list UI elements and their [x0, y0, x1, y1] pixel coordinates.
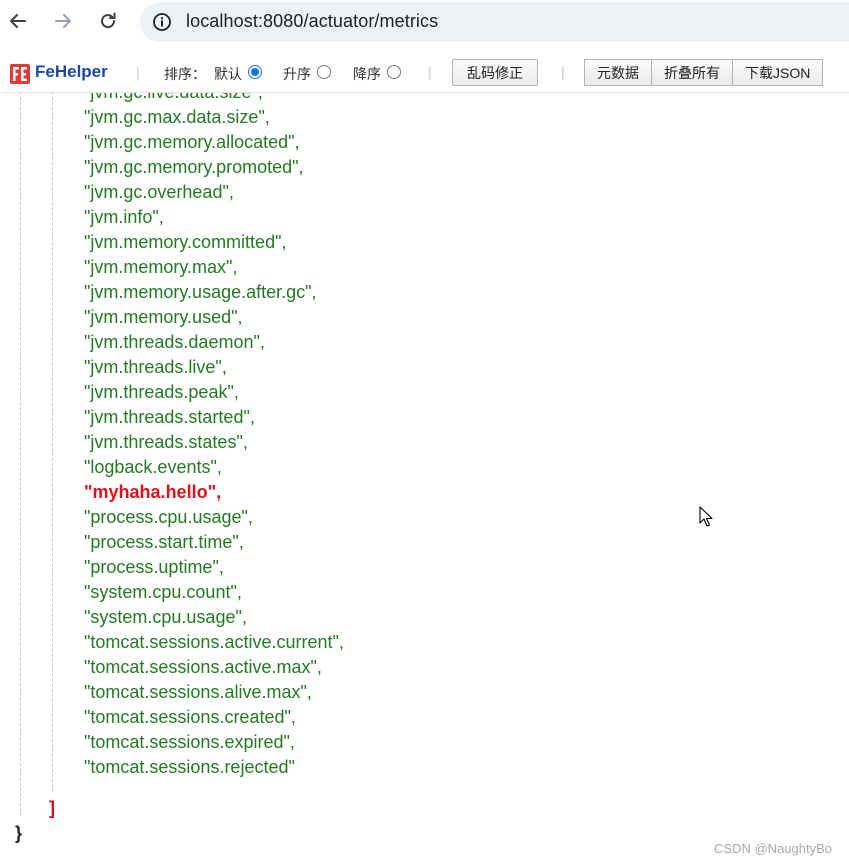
collapse-all-button[interactable]: 折叠所有 [651, 59, 732, 86]
json-string-item: "jvm.gc.memory.allocated", [84, 132, 300, 152]
json-string-item: "tomcat.sessions.created", [84, 707, 296, 727]
indent-guide-inner [52, 92, 53, 792]
json-string-item: "system.cpu.count", [84, 582, 242, 602]
array-close-bracket: ] [49, 798, 55, 818]
sort-asc-radio[interactable] [317, 65, 331, 79]
forward-arrow-icon [55, 14, 71, 28]
json-string-item: "jvm.threads.states", [84, 432, 248, 452]
url-text: localhost:8080/actuator/metrics [186, 11, 439, 31]
fehelper-logo-icon [10, 64, 30, 84]
sort-default-option[interactable]: 默认 [214, 64, 262, 84]
toolbar-separator: | [561, 64, 565, 80]
url-field[interactable]: localhost:8080/actuator/metrics [140, 2, 849, 42]
json-string-item: "jvm.threads.peak", [84, 382, 239, 402]
mouse-cursor-icon [699, 506, 713, 527]
json-string-item: "process.start.time", [84, 532, 244, 552]
indent-guide-outer [20, 92, 21, 816]
json-string-item: "jvm.gc.memory.promoted", [84, 157, 304, 177]
toolbar-separator: | [136, 64, 140, 80]
toolbar-button-group: 元数据 折叠所有 下载JSON [584, 59, 824, 86]
json-string-item: "jvm.gc.max.data.size", [84, 107, 270, 127]
json-string-item: "jvm.info", [84, 207, 164, 227]
browser-address-bar: localhost:8080/actuator/metrics [0, 0, 849, 44]
json-string-item: "jvm.memory.used", [84, 307, 243, 327]
sort-asc-option[interactable]: 升序 [283, 64, 331, 84]
object-close-brace: } [15, 823, 23, 843]
forward-button[interactable] [48, 6, 78, 36]
json-string-item: "tomcat.sessions.active.max", [84, 657, 322, 677]
json-string-item: "jvm.memory.committed", [84, 232, 287, 252]
json-string-item: "system.cpu.usage", [84, 607, 247, 627]
json-string-item: "jvm.memory.max", [84, 257, 238, 277]
sort-default-label: 默认 [214, 66, 242, 82]
json-string-item: "jvm.gc.overhead", [84, 182, 234, 202]
sort-desc-radio[interactable] [387, 65, 401, 79]
fehelper-brand: FeHelper [35, 62, 108, 81]
sort-asc-label: 升序 [283, 66, 311, 82]
json-string-item: "tomcat.sessions.active.current", [84, 632, 344, 652]
json-string-item: "jvm.threads.daemon", [84, 332, 265, 352]
sort-label: 排序： [164, 66, 206, 82]
metadata-button[interactable]: 元数据 [584, 59, 651, 86]
back-button[interactable] [3, 6, 33, 36]
json-string-item: "jvm.threads.started", [84, 407, 255, 427]
watermark: CSDN @NaughtyBo [714, 841, 832, 856]
json-string-item: "process.cpu.usage", [84, 507, 253, 527]
json-array-items: "jvm.gc.live.data.size", "jvm.gc.max.data… [84, 92, 344, 780]
json-string-item: "jvm.threads.live", [84, 357, 227, 377]
json-string-item: "myhaha.hello", [84, 482, 222, 502]
sort-default-radio[interactable] [248, 65, 262, 79]
reload-icon [101, 12, 116, 29]
json-string-item: "process.uptime", [84, 557, 224, 577]
fehelper-toolbar: FeHelper | 排序： 默认 升序 降序 | 乱码修正 | 元数据 折叠所… [0, 51, 849, 93]
download-json-button[interactable]: 下载JSON [732, 59, 824, 86]
json-string-item: "tomcat.sessions.expired", [84, 732, 295, 752]
sort-desc-label: 降序 [353, 66, 381, 82]
info-icon[interactable] [152, 12, 172, 32]
json-string-item: "tomcat.sessions.alive.max", [84, 682, 312, 702]
sort-desc-option[interactable]: 降序 [353, 64, 401, 84]
json-string-item: "logback.events", [84, 457, 222, 477]
toolbar-separator: | [428, 64, 432, 80]
reload-button[interactable] [93, 6, 123, 36]
json-viewer: "jvm.gc.live.data.size", "jvm.gc.max.data… [0, 92, 849, 862]
json-string-item: "jvm.gc.live.data.size", [84, 92, 263, 102]
json-string-item: "jvm.memory.usage.after.gc", [84, 282, 317, 302]
json-string-item: "tomcat.sessions.rejected" [84, 757, 295, 777]
back-arrow-icon [10, 14, 26, 28]
fix-encoding-button[interactable]: 乱码修正 [452, 59, 538, 86]
